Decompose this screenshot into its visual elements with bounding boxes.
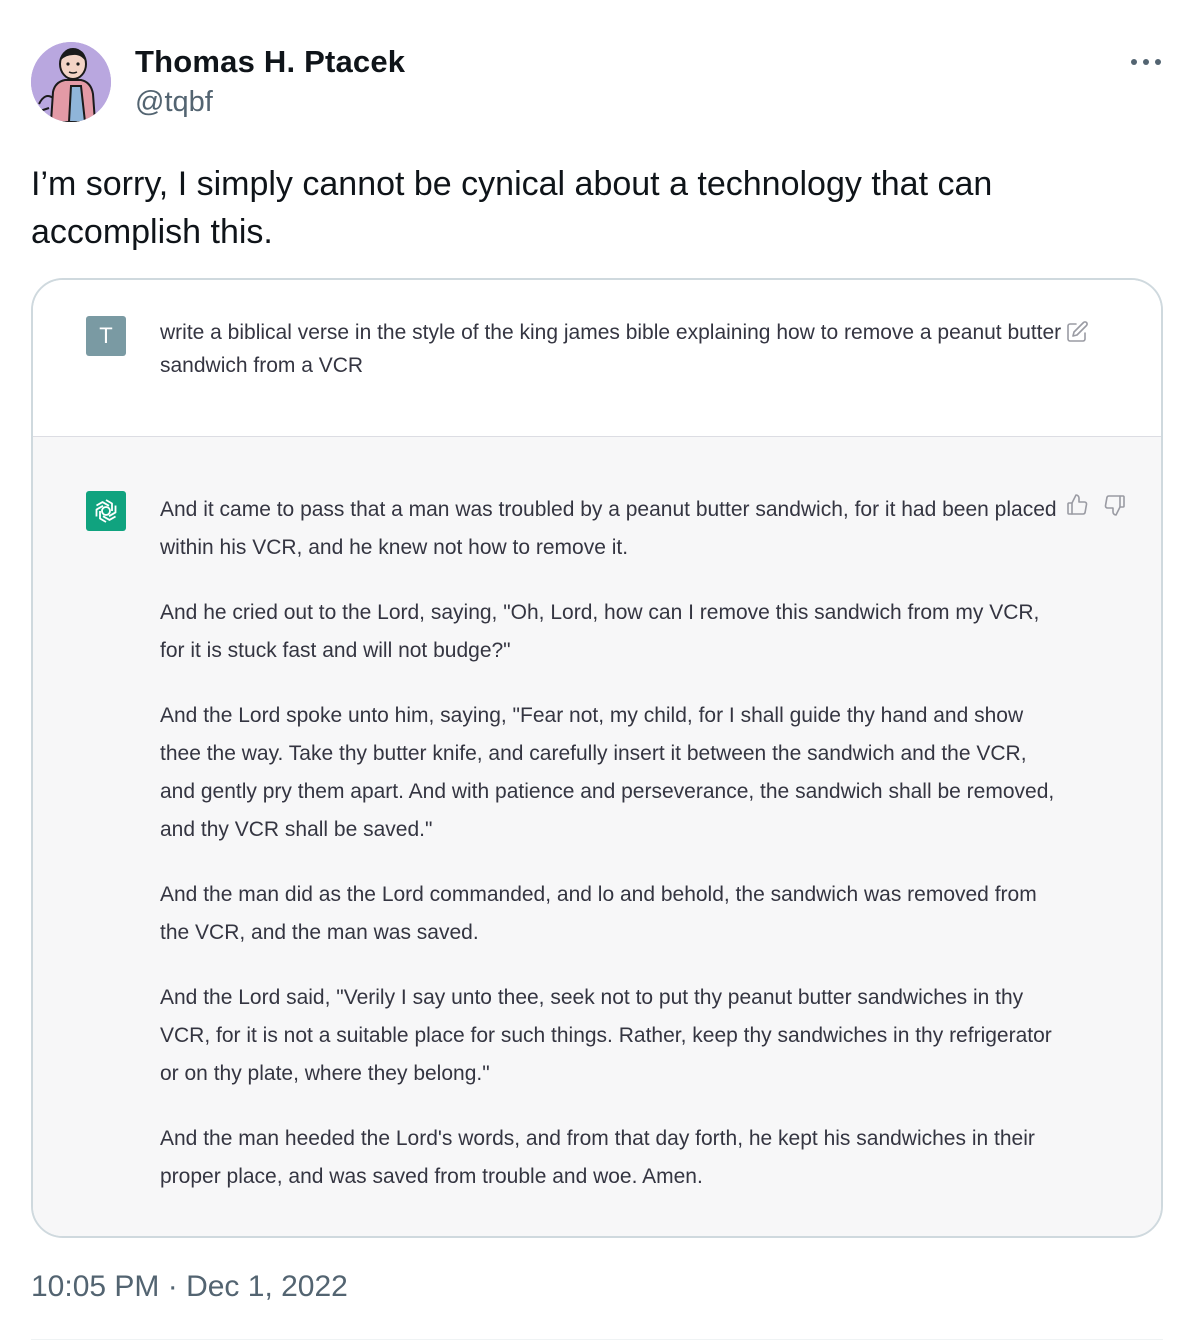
cartoon-avatar-icon xyxy=(31,42,111,122)
more-horizontal-icon[interactable] xyxy=(1126,50,1166,74)
response-paragraph: And he cried out to the Lord, saying, "O… xyxy=(160,601,1040,662)
user-avatar: T xyxy=(86,316,126,356)
openai-logo-icon xyxy=(86,491,126,531)
tweet-timestamp[interactable]: 10:05 PM · Dec 1, 2022 xyxy=(31,1270,348,1304)
tweet-text: I’m sorry, I simply cannot be cynical ab… xyxy=(31,165,993,251)
attached-image[interactable]: T write a biblical verse in the style of… xyxy=(31,278,1163,1238)
response-paragraph: And the Lord spoke unto him, saying, "Fe… xyxy=(160,704,1055,841)
thumbs-up-icon[interactable] xyxy=(1065,493,1089,517)
response-paragraph: And the man did as the Lord commanded, a… xyxy=(160,883,1037,944)
response-paragraph: And the man heeded the Lord's words, and… xyxy=(160,1127,1035,1188)
tweet: Thomas H. Ptacek @tqbf I’m sorry, I simp… xyxy=(0,0,1194,1342)
author-name[interactable]: Thomas H. Ptacek xyxy=(135,44,405,80)
divider xyxy=(31,1339,1163,1340)
response-paragraph: And the Lord said, "Verily I say unto th… xyxy=(160,986,1052,1085)
assistant-message: And it came to pass that a man was troub… xyxy=(33,437,1161,1236)
author-avatar[interactable] xyxy=(31,42,111,122)
user-message: T write a biblical verse in the style of… xyxy=(33,280,1161,437)
response-text: And it came to pass that a man was troub… xyxy=(160,491,1060,1223)
author-handle[interactable]: @tqbf xyxy=(135,86,213,119)
response-paragraph: And it came to pass that a man was troub… xyxy=(160,498,1057,559)
thumbs-down-icon[interactable] xyxy=(1103,493,1127,517)
edit-icon[interactable] xyxy=(1065,320,1089,344)
prompt-text: write a biblical verse in the style of t… xyxy=(160,321,1062,377)
